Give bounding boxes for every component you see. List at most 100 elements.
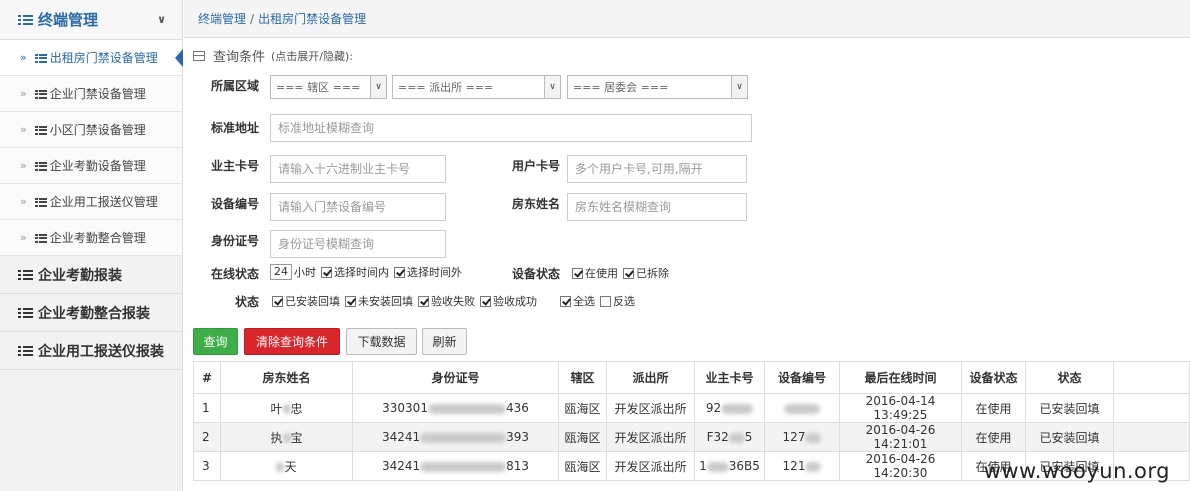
sidebar-item-label: 企业考勤整合管理 [49, 231, 146, 245]
sidebar-item-attendance-device[interactable]: » 企业考勤设备管理 [0, 148, 182, 184]
card-visible-part: 5 [744, 430, 753, 444]
sidebar-item-label: 小区门禁设备管理 [49, 123, 146, 137]
row-index: 3 [193, 451, 221, 481]
redaction-blur [706, 461, 729, 472]
sidebar-item-label: 出租房门禁设备管理 [49, 51, 158, 65]
device-no-cell: 121 [764, 451, 840, 481]
station-select[interactable]: === 派出所 === ∨ [392, 75, 561, 99]
sidebar-item-rental-access[interactable]: » 出租房门禁设备管理 [0, 40, 183, 76]
query-hint: (点击展开/隐藏): [271, 49, 354, 63]
table-icon [193, 50, 205, 61]
region-label: 所属区域 [211, 79, 260, 93]
outside-checkbox[interactable]: 选择时间外 [394, 264, 462, 280]
online-options: 24 小时 选择时间内 选择时间外 [270, 264, 467, 280]
committee-select-value: === 居委会 === [573, 81, 669, 94]
status-label: 状态 [235, 295, 260, 309]
sidebar-item-label: 企业考勤整合报装 [38, 305, 150, 322]
col-landlord[interactable]: 房东姓名 [220, 361, 353, 394]
within-checkbox[interactable]: 选择时间内 [321, 264, 389, 280]
in-use-checkbox[interactable]: 在使用 [572, 265, 618, 281]
sidebar-item-attendance-integration[interactable]: » 企业考勤整合管理 [0, 220, 182, 256]
name-visible-part: 天 [284, 459, 297, 474]
invert-checkbox[interactable]: 反选 [600, 293, 635, 309]
sidebar-header-terminal-management[interactable]: 终端管理 ∨ [0, 0, 182, 40]
name-visible-part: 忠 [290, 401, 303, 416]
col-status[interactable]: 状态 [1025, 361, 1114, 394]
checkbox-checked-icon [480, 295, 491, 307]
checkbox-checked-icon [345, 295, 356, 307]
redaction-blur [282, 433, 291, 443]
sidebar-item-community-access[interactable]: » 小区门禁设备管理 [0, 112, 182, 148]
id-cell: 330301 436 [352, 393, 559, 423]
status-failed-checkbox[interactable]: 验收失败 [418, 293, 475, 309]
id-visible-part: 436 [505, 401, 529, 415]
query-toggle[interactable]: 查询条件 (点击展开/隐藏): [193, 46, 353, 65]
id-input[interactable] [270, 230, 446, 258]
redaction-blur [420, 461, 507, 472]
select-all-checkbox[interactable]: 全选 [560, 293, 595, 309]
user-card-label: 用户卡号 [512, 159, 561, 173]
breadcrumb-separator: / [250, 11, 255, 26]
device-no-input[interactable] [270, 193, 446, 221]
hours-input[interactable]: 24 [270, 264, 292, 280]
actions-cell[interactable] [1113, 393, 1190, 423]
sidebar-item-enterprise-access[interactable]: » 企业门禁设备管理 [0, 76, 182, 112]
status-installed-checkbox[interactable]: 已安装回填 [272, 293, 340, 309]
device-status-cell: 在使用 [961, 393, 1026, 423]
removed-checkbox[interactable]: 已拆除 [623, 265, 669, 281]
name-visible-part: 叶 [270, 401, 283, 416]
checkbox-checked-icon [418, 295, 429, 307]
sidebar-item-labor-reporter[interactable]: » 企业用工报送仪管理 [0, 184, 182, 220]
download-data-button[interactable]: 下载数据 [346, 328, 417, 355]
col-district[interactable]: 辖区 [558, 361, 607, 394]
redaction-blur [282, 404, 291, 414]
station-cell: 开发区派出所 [606, 422, 695, 452]
id-visible-part: 34241 [381, 430, 421, 444]
committee-select[interactable]: === 居委会 === ∨ [567, 75, 748, 99]
owner-card-input[interactable] [270, 155, 446, 183]
status-passed-checkbox[interactable]: 验收成功 [480, 293, 537, 309]
query-button[interactable]: 查询 [193, 328, 238, 355]
col-owner-card[interactable]: 业主卡号 [694, 361, 765, 394]
sidebar-item-label: 企业考勤设备管理 [49, 159, 146, 173]
checkbox-checked-icon [560, 295, 571, 307]
list-icon [18, 14, 33, 26]
clear-query-button[interactable]: 清除查询条件 [244, 328, 340, 355]
user-card-input[interactable] [567, 155, 747, 183]
device-status-label: 设备状态 [512, 267, 561, 281]
table-row[interactable]: 1 叶忠 330301 436 瓯海区 开发区派出所 92 2016-04-14 … [193, 393, 1190, 423]
address-input[interactable] [270, 114, 752, 142]
refresh-button[interactable]: 刷新 [422, 328, 467, 355]
hours-unit: 小时 [294, 266, 316, 279]
chevron-right-icon: » [20, 231, 27, 244]
sidebar-item-label: 企业考勤报装 [38, 267, 122, 284]
id-visible-part: 34241 [381, 459, 421, 473]
landlord-label: 房东姓名 [512, 197, 561, 211]
sidebar-item-label: 企业用工报送仪管理 [49, 195, 158, 209]
col-device-status[interactable]: 设备状态 [961, 361, 1026, 394]
col-device-no[interactable]: 设备编号 [764, 361, 840, 394]
actions-cell[interactable] [1113, 422, 1190, 452]
station-cell: 开发区派出所 [606, 393, 695, 423]
sidebar-item-attendance-install[interactable]: 企业考勤报装 [0, 256, 182, 294]
landlord-input[interactable] [567, 193, 747, 221]
card-visible-part: 1 [699, 459, 707, 473]
device-status-options: 在使用 已拆除 [572, 265, 674, 281]
table-row[interactable]: 2 执宝 34241 393 瓯海区 开发区派出所 F32 5 127 2016-0… [193, 422, 1190, 452]
col-id-number[interactable]: 身份证号 [352, 361, 559, 394]
list-icon [18, 345, 33, 357]
sidebar-item-reporter-install[interactable]: 企业用工报送仪报装 [0, 332, 182, 370]
col-last-online[interactable]: 最后在线时间 [839, 361, 962, 394]
id-label: 身份证号 [211, 234, 260, 248]
invert-label: 反选 [613, 295, 635, 308]
col-index: # [193, 361, 221, 394]
sidebar-item-label: 企业用工报送仪报装 [38, 343, 164, 360]
sidebar-item-integration-install[interactable]: 企业考勤整合报装 [0, 294, 182, 332]
breadcrumb-root[interactable]: 终端管理 [198, 10, 246, 27]
district-select[interactable]: === 辖区 === ∨ [270, 75, 387, 99]
redaction-blur [420, 432, 507, 443]
list-icon [34, 89, 47, 99]
status-not-installed-checkbox[interactable]: 未安装回填 [345, 293, 413, 309]
sidebar: 终端管理 ∨ » 出租房门禁设备管理 » 企业门禁设备管理 » 小区门禁设备管理… [0, 0, 183, 491]
col-police-station[interactable]: 派出所 [606, 361, 695, 394]
